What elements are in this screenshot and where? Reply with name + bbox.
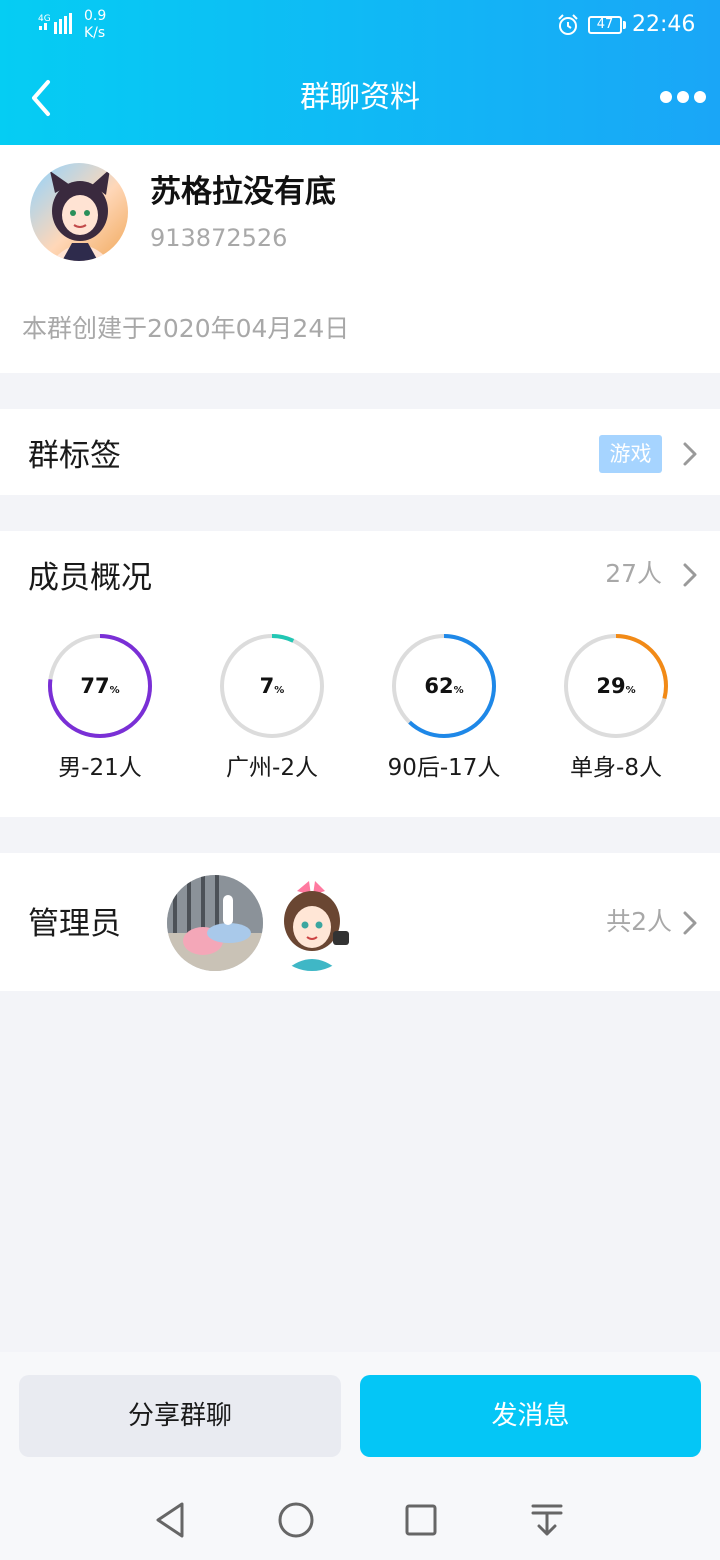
pull-down-icon[interactable] [525, 1498, 569, 1542]
stat-percent-value: 7 [259, 674, 275, 698]
admin-count[interactable]: 共2人 [560, 906, 672, 938]
stat-percent: 77% [48, 672, 152, 705]
chevron-right-icon [683, 442, 697, 466]
svg-text:4G: 4G [38, 14, 51, 24]
signal-icon: 4G [38, 13, 72, 34]
more-dots-icon[interactable] [652, 82, 708, 112]
circle-home-icon[interactable] [274, 1498, 318, 1542]
group-avatar[interactable] [30, 163, 128, 261]
member-stat-ring: 77% [48, 634, 152, 738]
stat-percent-unit: % [625, 685, 636, 696]
stat-percent-value: 62 [424, 674, 454, 698]
group-created-date: 本群创建于2020年04月24日 [22, 314, 350, 343]
stat-percent-unit: % [453, 685, 464, 696]
group-id: 913872526 [150, 224, 288, 252]
network-speed: 0.9 K/s [84, 8, 107, 41]
share-group-button[interactable]: 分享群聊 [19, 1375, 341, 1457]
stat-percent-value: 77 [80, 674, 110, 698]
member-stat-ring: 29% [564, 634, 668, 738]
stat-percent-unit: % [274, 685, 285, 696]
admins-label: 管理员 [28, 906, 121, 942]
member-count[interactable]: 27人 [540, 558, 662, 590]
member-stat-ring: 7% [220, 634, 324, 738]
stat-percent-value: 29 [596, 674, 626, 698]
battery-icon: 47 [588, 16, 622, 34]
group-tag-label: 群标签 [28, 438, 121, 474]
triangle-back-icon[interactable] [150, 1498, 194, 1542]
send-message-button[interactable]: 发消息 [360, 1375, 701, 1457]
square-recent-icon[interactable] [399, 1498, 443, 1542]
stat-label: 广州-2人 [226, 755, 318, 781]
admin-avatar[interactable] [267, 875, 357, 971]
status-time: 22:46 [632, 12, 696, 37]
chevron-right-icon[interactable] [681, 910, 699, 936]
stat-label: 男-21人 [58, 755, 142, 781]
member-overview-label: 成员概况 [28, 560, 152, 596]
battery-cap [623, 21, 626, 29]
member-stat-ring: 62% [392, 634, 496, 738]
group-tag-badge: 游戏 [599, 435, 662, 473]
stat-percent: 7% [220, 672, 324, 705]
admin-avatar[interactable] [167, 875, 263, 971]
stat-percent: 62% [392, 672, 496, 705]
app-header: 4G 0.9 K/s 47 22:46 群聊资料 [0, 0, 720, 145]
alarm-icon [558, 14, 578, 35]
stat-percent-unit: % [109, 685, 120, 696]
chevron-right-icon[interactable] [681, 562, 699, 588]
page-title: 群聊资料 [300, 80, 420, 115]
stat-percent: 29% [564, 672, 668, 705]
stat-label: 单身-8人 [570, 755, 662, 781]
status-bar: 4G 0.9 K/s 47 22:46 [0, 0, 720, 52]
group-name: 苏格拉没有底 [150, 174, 336, 210]
stat-label: 90后-17人 [387, 755, 501, 781]
